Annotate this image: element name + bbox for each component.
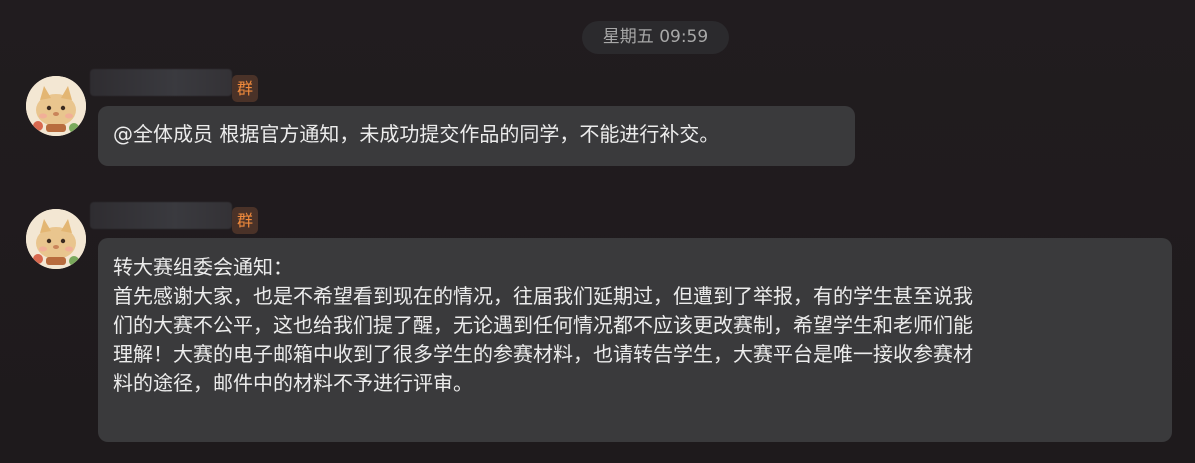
sender-name-redacted[interactable] (90, 202, 232, 229)
cartoon-cat-avatar-icon (26, 76, 86, 136)
message-bubble[interactable]: 转大赛组委会通知： 首先感谢大家，也是不希望看到现在的情况，往届我们延期过，但遭… (98, 238, 1172, 442)
avatar-icon[interactable] (26, 209, 86, 269)
group-owner-badge: 群主 (232, 75, 259, 125)
message-line: 们的大赛不公平，这也给我们提了醒，无论遇到任何情况都不应该更改赛制，希望学生和老… (113, 313, 973, 337)
message-line: 料的途径，邮件中的材料不予进行评审。 (113, 371, 473, 395)
message-line: 转大赛组委会通知： (113, 255, 293, 279)
group-owner-badge: 群主 (232, 207, 259, 257)
message-line: 理解！大赛的电子邮箱中收到了很多学生的参赛材料，也请转告学生，大赛平台是唯一接收… (113, 342, 973, 366)
avatar-icon[interactable] (26, 76, 86, 136)
message-line: 首先感谢大家，也是不希望看到现在的情况，往届我们延期过，但遭到了举报，有的学生甚… (113, 284, 973, 308)
chat-panel: 星期五 09:59 群主 @全体成员 根据官方通知，未成功提交作品的同学，不能进… (0, 0, 1195, 463)
cartoon-cat-avatar-icon (26, 209, 86, 269)
sender-name-redacted[interactable] (90, 69, 232, 96)
timestamp-divider: 星期五 09:59 (582, 21, 729, 54)
message-bubble[interactable]: @全体成员 根据官方通知，未成功提交作品的同学，不能进行补交。 (98, 106, 855, 166)
message-text: @全体成员 根据官方通知，未成功提交作品的同学，不能进行补交。 (113, 122, 720, 146)
